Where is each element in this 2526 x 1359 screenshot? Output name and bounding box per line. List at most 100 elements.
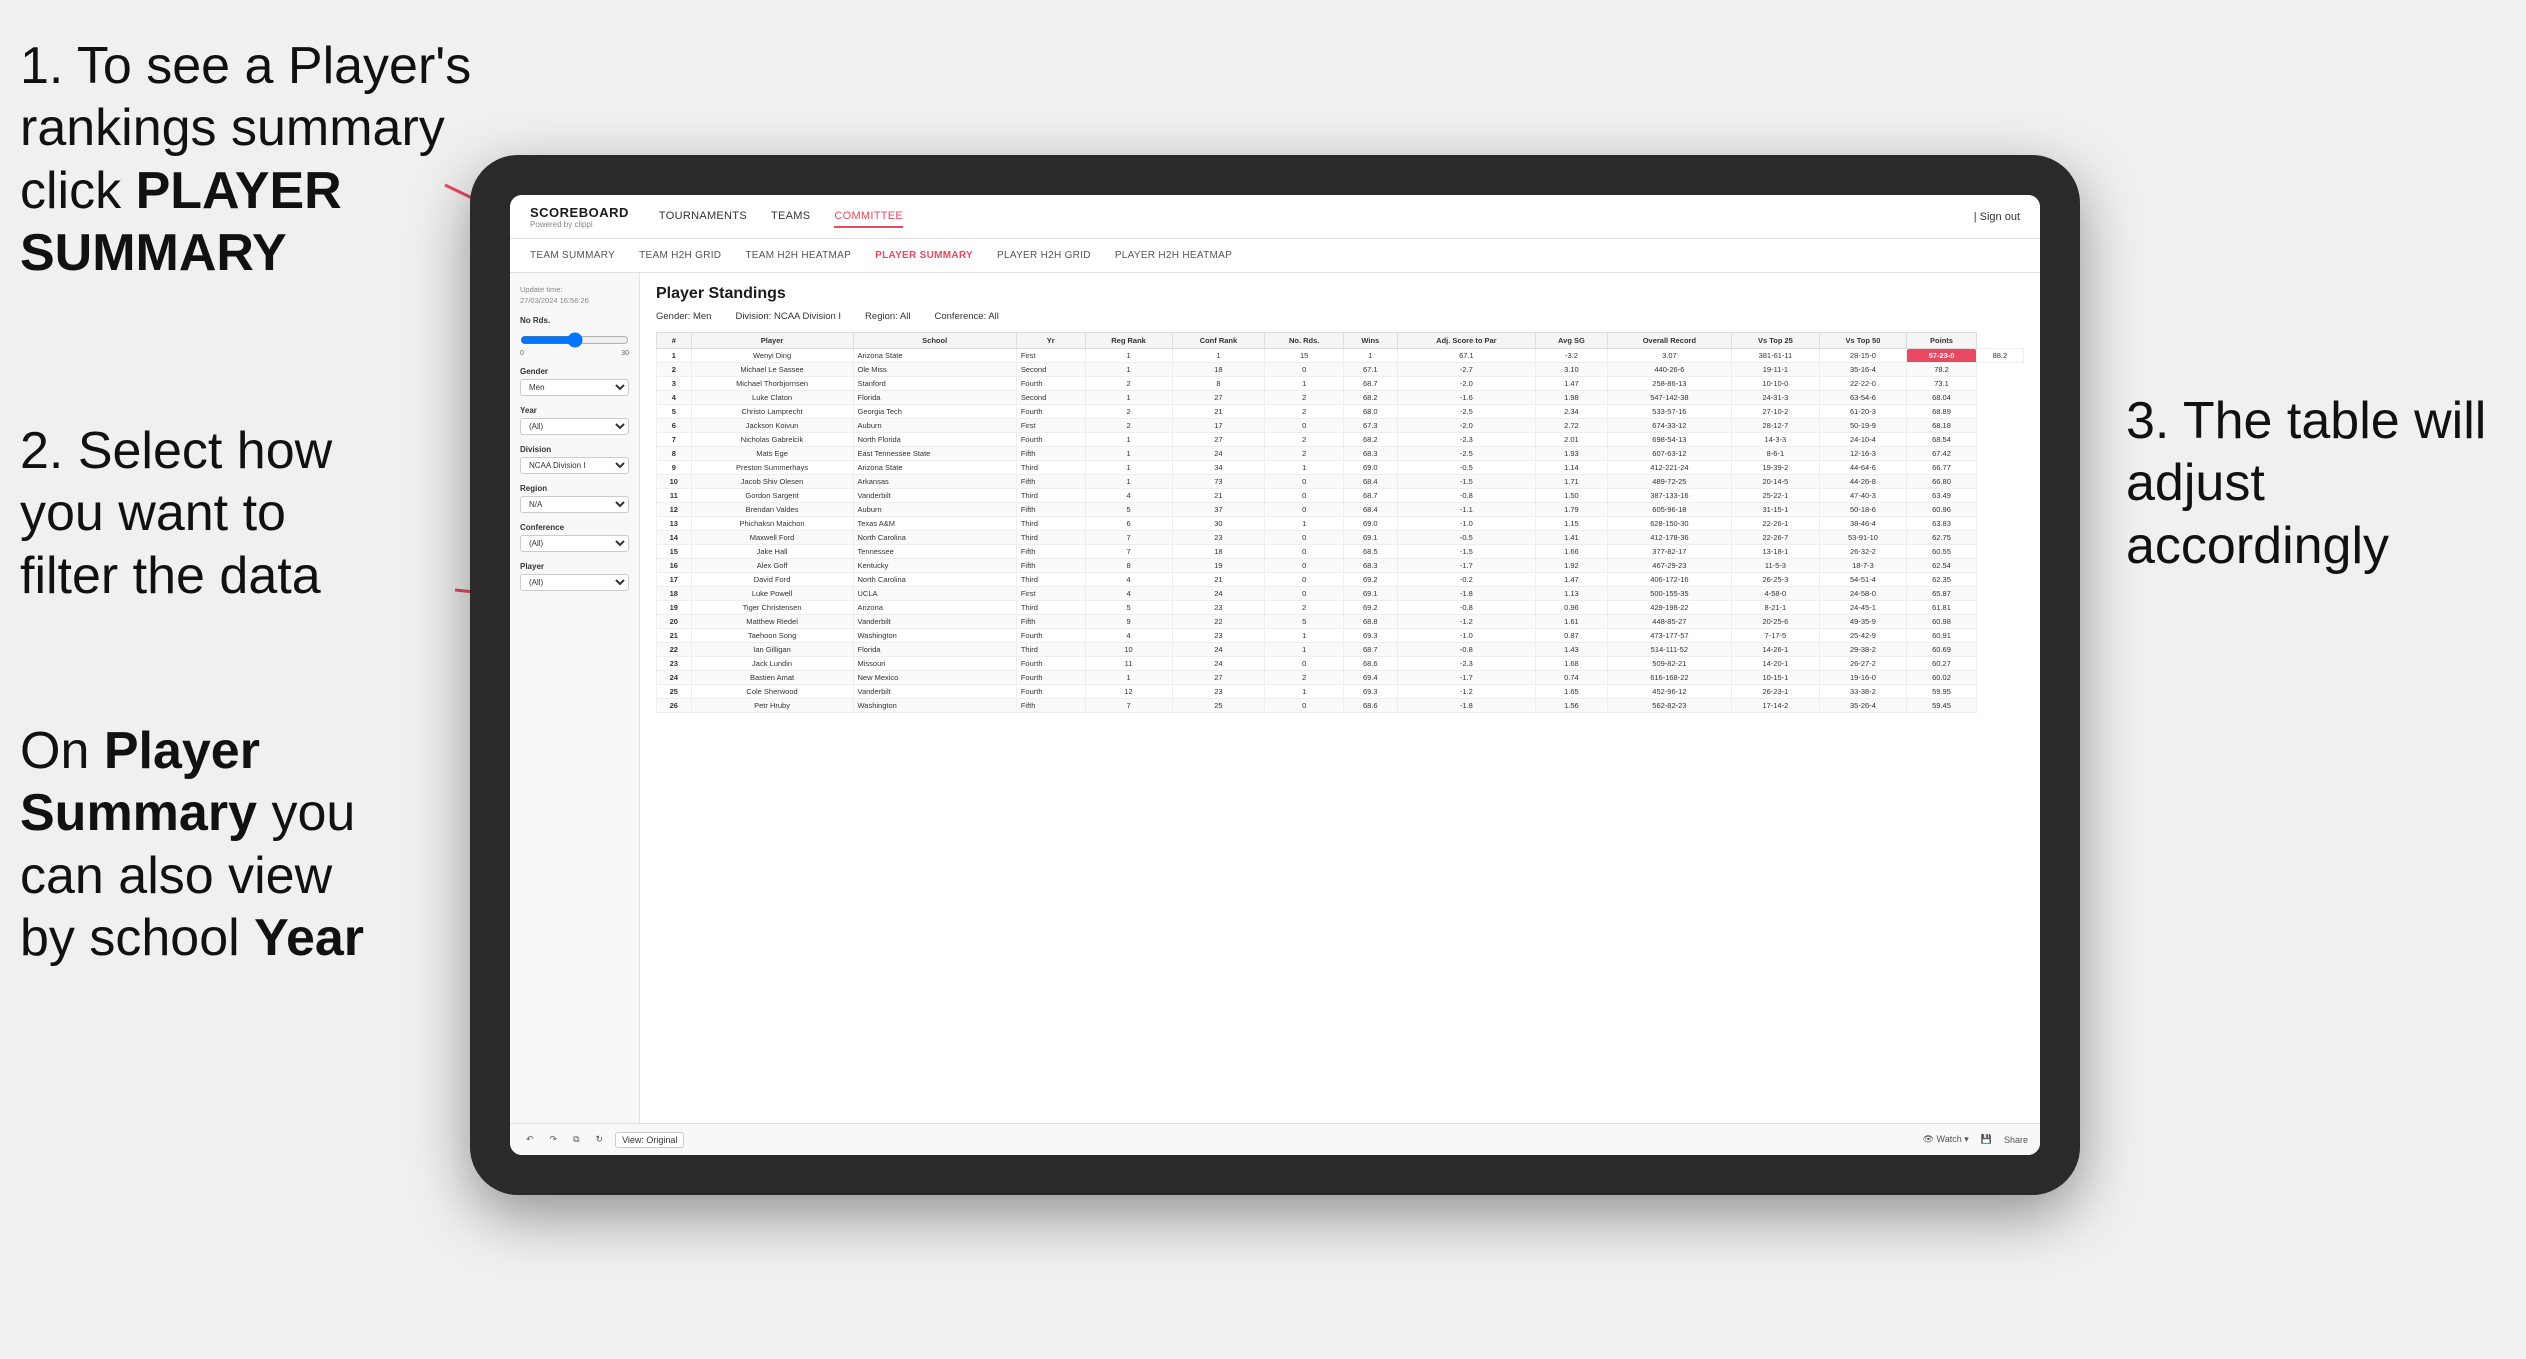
table-row: 7Nicholas GabrelcikNorth FloridaFourth12… [657,433,2024,447]
table-cell: 24 [1172,657,1265,671]
col-vs-top50: Vs Top 50 [1819,333,1907,349]
tablet-screen: SCOREBOARD Powered by clippi TOURNAMENTS… [510,195,2040,1155]
table-cell: 489-72-25 [1607,475,1731,489]
logo-sub: Powered by clippi [530,220,629,229]
conference-select[interactable]: (All) [520,535,629,552]
conference-section: Conference (All) [520,523,629,552]
table-cell: 9 [657,461,692,475]
table-row: 20Matthew RiedelVanderbiltFifth922568.8-… [657,615,2024,629]
table-cell: 68.6 [1344,699,1398,713]
table-cell: New Mexico [853,671,1016,685]
table-cell: Fourth [1016,433,1085,447]
table-cell: 1.66 [1536,545,1607,559]
table-cell: 533-57-16 [1607,405,1731,419]
toolbar-copy[interactable]: ⧉ [569,1132,583,1147]
subnav-player-h2h-grid[interactable]: PLAYER H2H GRID [997,250,1091,261]
subnav-player-h2h-heatmap[interactable]: PLAYER H2H HEATMAP [1115,250,1232,261]
table-row: 22Ian GilliganFloridaThird1024168.7-0.81… [657,643,2024,657]
table-cell: Arizona State [853,461,1016,475]
table-cell: Fifth [1016,615,1085,629]
table-cell: Arizona State [853,349,1016,363]
conference-label: Conference [520,523,629,532]
nav-item-teams[interactable]: TEAMS [771,206,810,228]
table-cell: 8 [657,447,692,461]
subnav-team-h2h-heatmap[interactable]: TEAM H2H HEATMAP [745,250,851,261]
toolbar-share[interactable]: Share [2004,1135,2028,1145]
subnav-team-h2h-grid[interactable]: TEAM H2H GRID [639,250,721,261]
table-row: 10Jacob Shiv OlesenArkansasFifth173068.4… [657,475,2024,489]
table-cell: Florida [853,391,1016,405]
col-conf-rank: Conf Rank [1172,333,1265,349]
table-cell: 21 [1172,489,1265,503]
table-cell: Arkansas [853,475,1016,489]
table-cell: -1.0 [1397,517,1536,531]
table-cell: 63.49 [1907,489,1977,503]
table-cell: 31-15-1 [1732,503,1820,517]
table-cell: Ole Miss [853,363,1016,377]
year-select[interactable]: (All) First Second Third Fourth Fifth [520,418,629,435]
filter-region: Region: All [865,311,910,322]
table-cell: Third [1016,489,1085,503]
table-cell: 3.10 [1536,363,1607,377]
table-cell: 62.54 [1907,559,1977,573]
app-logo: SCOREBOARD Powered by clippi [530,205,629,229]
table-cell: 0 [1265,531,1344,545]
table-cell: 44-64-6 [1819,461,1907,475]
table-title: Player Standings [656,285,2024,303]
table-cell: 68.89 [1907,405,1977,419]
subnav-team-summary[interactable]: TEAM SUMMARY [530,250,615,261]
division-select[interactable]: NCAA Division I [520,457,629,474]
table-cell: 0 [1265,489,1344,503]
subnav-player-summary[interactable]: PLAYER SUMMARY [875,250,973,261]
table-cell: 21 [657,629,692,643]
table-cell: 24 [657,671,692,685]
table-cell: 20-14-5 [1732,475,1820,489]
table-row: 5Christo LamprechtGeorgia TechFourth2212… [657,405,2024,419]
table-cell: 10 [1085,643,1172,657]
nav-item-committee[interactable]: COMMITTEE [834,206,903,228]
table-cell: -1.8 [1397,699,1536,713]
table-body: 1Wenyi DingArizona StateFirst1115167.1-3… [657,349,2024,713]
table-cell: 68.5 [1344,545,1398,559]
table-header-row: # Player School Yr Reg Rank Conf Rank No… [657,333,2024,349]
table-cell: 1 [1265,377,1344,391]
toolbar-export[interactable]: 💾 [1981,1134,1992,1145]
step2-text: 2. Select howyou want tofilter the data [20,422,332,605]
table-cell: 628-150-30 [1607,517,1731,531]
table-cell: 1 [1085,447,1172,461]
gender-select[interactable]: Men Women [520,379,629,396]
table-cell: 387-133-16 [1607,489,1731,503]
table-cell: 2 [1265,671,1344,685]
gender-label: Gender [520,367,629,376]
table-cell: 2 [657,363,692,377]
table-cell: 54-51-4 [1819,573,1907,587]
table-cell: -2.5 [1397,447,1536,461]
table-cell: -2.7 [1397,363,1536,377]
table-cell: 4 [1085,489,1172,503]
gender-section: Gender Men Women [520,367,629,396]
toolbar-undo[interactable]: ↶ [522,1132,538,1147]
table-cell: Vanderbilt [853,615,1016,629]
toolbar-watch[interactable]: 👁 Watch ▾ [1923,1134,1969,1145]
table-cell: Fifth [1016,699,1085,713]
col-no-rds: No. Rds. [1265,333,1344,349]
sign-out-link[interactable]: | Sign out [1974,211,2020,223]
table-cell: 3.07 [1607,349,1731,363]
table-cell: 14-3-3 [1732,433,1820,447]
toolbar-redo[interactable]: ↷ [546,1132,562,1147]
toolbar-view-button[interactable]: View: Original [615,1132,684,1148]
table-cell: 1 [1265,643,1344,657]
table-row: 25Cole SherwoodVanderbiltFourth1223169.3… [657,685,2024,699]
no-rds-slider[interactable] [520,332,629,348]
table-cell: 60.02 [1907,671,1977,685]
table-cell: 22-22-0 [1819,377,1907,391]
player-select[interactable]: (All) [520,574,629,591]
region-select[interactable]: N/A [520,496,629,513]
table-cell: 25 [1172,699,1265,713]
toolbar-refresh[interactable]: ↻ [592,1132,608,1147]
nav-item-tournaments[interactable]: TOURNAMENTS [659,206,747,228]
table-cell: 674-33-12 [1607,419,1731,433]
table-cell: 1.68 [1536,657,1607,671]
table-cell: 24 [1172,447,1265,461]
right-annotation-text: 3. The table willadjust accordingly [2126,392,2486,575]
